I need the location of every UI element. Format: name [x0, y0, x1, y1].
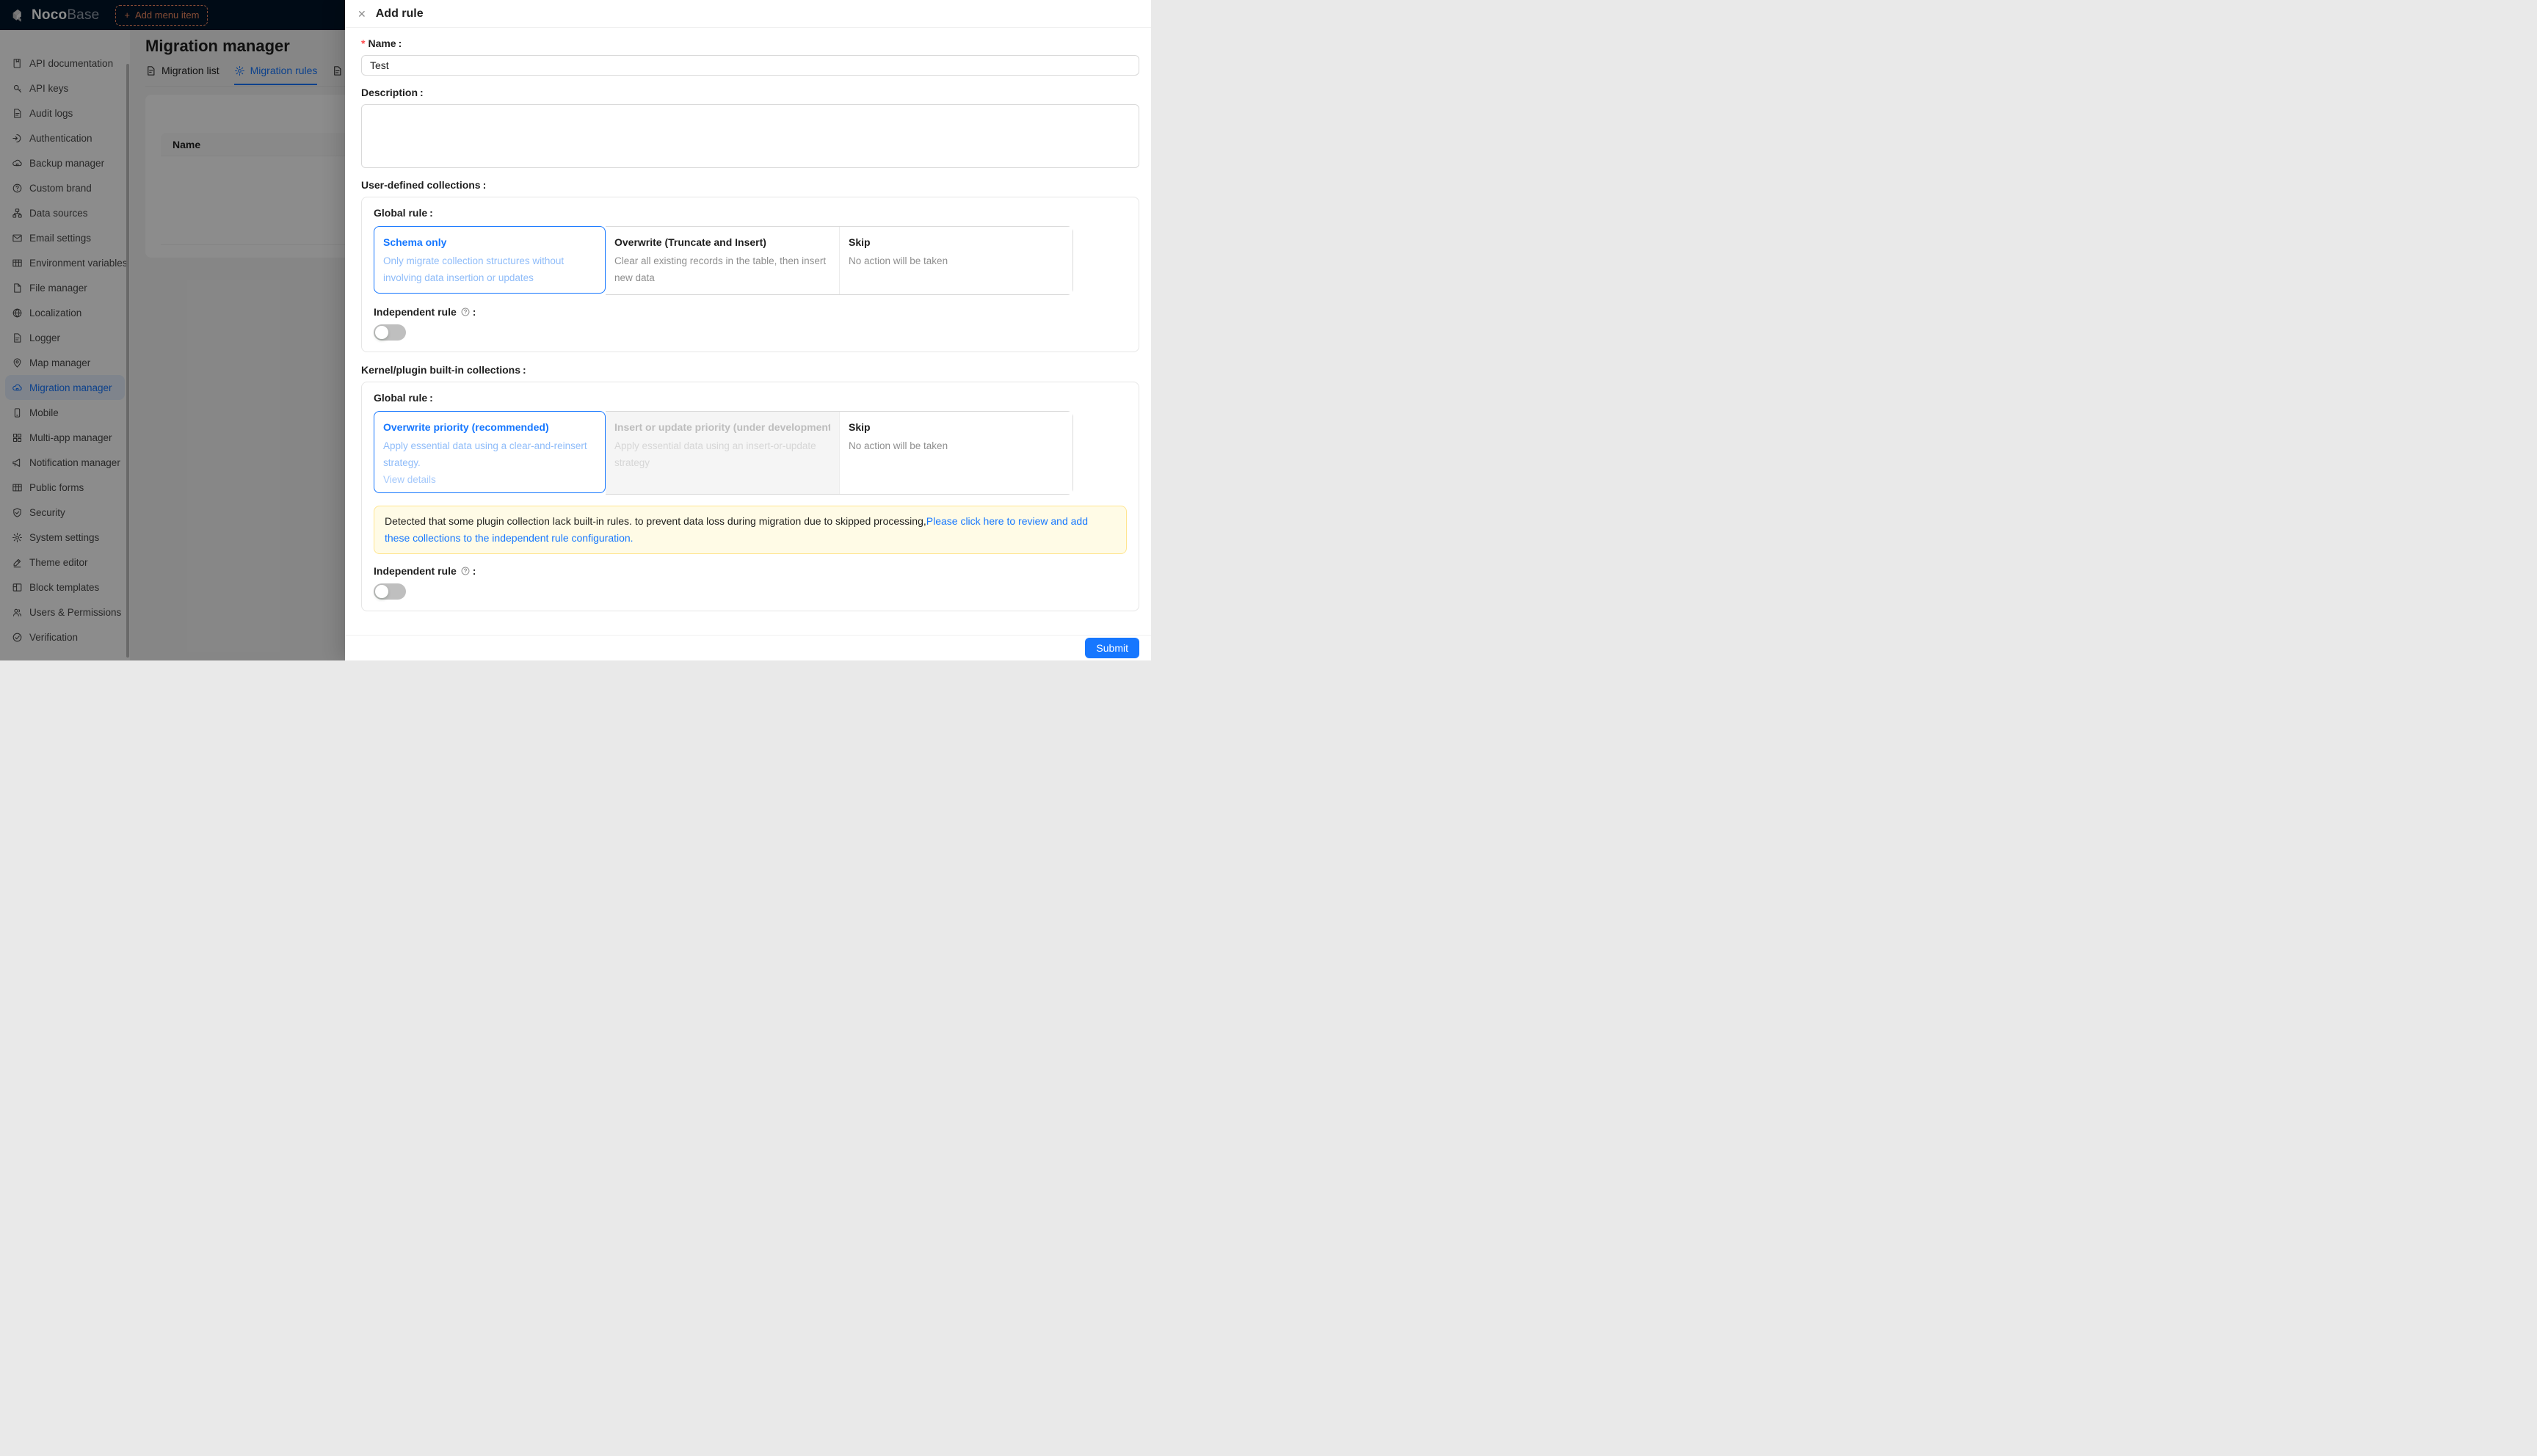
missing-rules-warning: Detected that some plugin collection lac…	[374, 506, 1127, 554]
independent-rule-label: Independent rule :	[374, 306, 476, 318]
independent-rule-toggle[interactable]	[374, 583, 406, 600]
option-skip[interactable]: Skip No action will be taken	[839, 412, 1072, 494]
name-input[interactable]: Test	[361, 55, 1139, 76]
global-rule-label: Global rule:	[374, 207, 433, 219]
option-insert-or-update-priority: Insert or update priority (under develop…	[606, 412, 839, 494]
option-schema-only[interactable]: Schema only Only migrate collection stru…	[374, 226, 606, 294]
name-field-label: * Name:	[361, 37, 402, 49]
option-group: Overwrite (Truncate and Insert) Clear al…	[606, 226, 1073, 295]
submit-button[interactable]: Submit	[1085, 638, 1139, 658]
add-rule-drawer: ✕ Add rule * Name: Test Description: Use…	[345, 0, 1151, 660]
question-circle-icon	[460, 307, 471, 317]
description-field-label: Description:	[361, 87, 424, 98]
option-skip[interactable]: Skip No action will be taken	[839, 227, 1072, 294]
drawer-body: * Name: Test Description: User-defined c…	[345, 28, 1151, 635]
global-rule-label: Global rule:	[374, 392, 433, 404]
kernel-collections-section: Global rule: Overwrite priority (recomme…	[361, 382, 1139, 611]
global-rule-options: Overwrite priority (recommended) Apply e…	[374, 411, 1073, 495]
kernel-collections-label: Kernel/plugin built-in collections:	[361, 364, 526, 376]
description-textarea[interactable]	[361, 104, 1139, 168]
option-overwrite-truncate-insert[interactable]: Overwrite (Truncate and Insert) Clear al…	[606, 227, 839, 294]
drawer-header: ✕ Add rule	[345, 0, 1151, 28]
user-defined-collections-section: Global rule: Schema only Only migrate co…	[361, 197, 1139, 352]
drawer-footer: Submit	[345, 635, 1151, 660]
drawer-overlay-mask[interactable]	[0, 0, 345, 660]
global-rule-options: Schema only Only migrate collection stru…	[374, 226, 1073, 295]
option-overwrite-priority[interactable]: Overwrite priority (recommended) Apply e…	[374, 411, 606, 493]
independent-rule-toggle[interactable]	[374, 324, 406, 341]
option-group: Insert or update priority (under develop…	[606, 411, 1073, 495]
independent-rule-label: Independent rule :	[374, 565, 476, 577]
close-icon[interactable]: ✕	[357, 9, 366, 19]
view-details-link[interactable]: View details	[383, 471, 596, 488]
required-mark: *	[361, 37, 366, 49]
app-window: NocoBase + Add menu item API documentati…	[0, 0, 1151, 660]
drawer-title: Add rule	[375, 7, 424, 20]
user-defined-collections-label: User-defined collections:	[361, 179, 487, 191]
question-circle-icon	[460, 566, 471, 576]
